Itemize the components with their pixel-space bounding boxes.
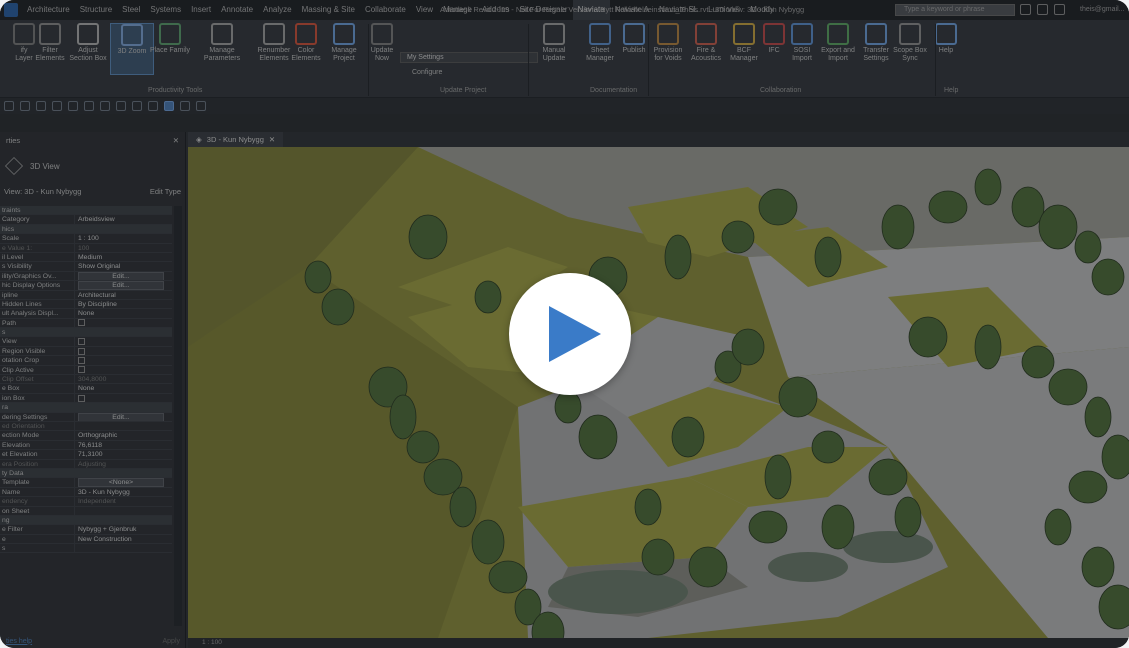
- play-button[interactable]: [509, 273, 631, 395]
- play-icon: [549, 306, 601, 362]
- revit-window: Architecture Structure Steel Systems Insert A…: [0, 0, 1129, 648]
